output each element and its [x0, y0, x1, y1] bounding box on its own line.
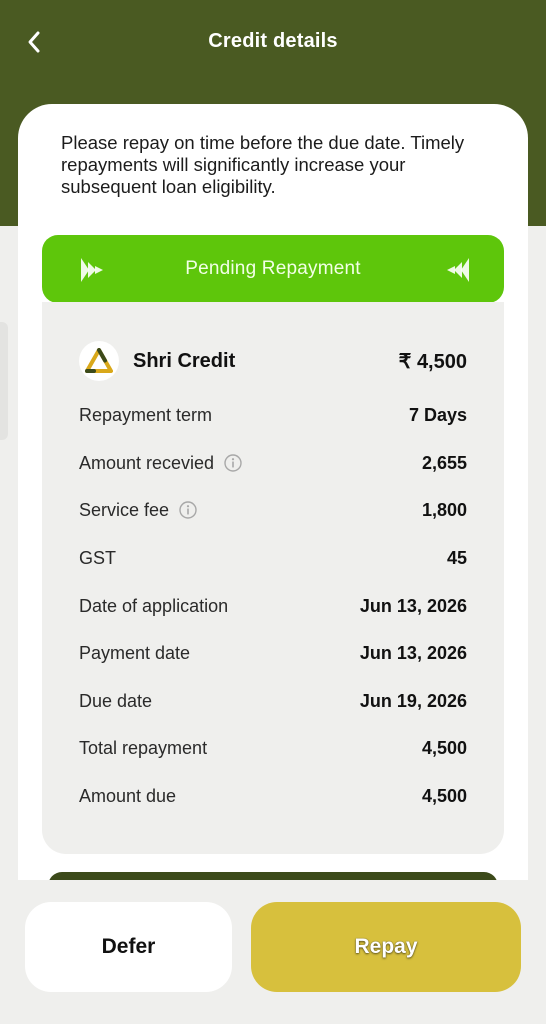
- detail-value: Jun 13, 2026: [359, 595, 467, 616]
- detail-label: GST: [79, 547, 117, 568]
- detail-row-repayment-term: Repayment term 7 Days: [79, 402, 467, 428]
- detail-label: Amount recevied: [79, 452, 215, 473]
- detail-value: 1,800: [421, 499, 467, 520]
- detail-value: 4,500: [421, 737, 467, 758]
- detail-row-amount-received: Amount recevied 2,655: [79, 450, 467, 476]
- detail-row-gst: GST 45: [79, 545, 467, 571]
- detail-row-service-fee: Service fee 1,800: [79, 497, 467, 523]
- detail-label: Repayment term: [79, 404, 213, 425]
- detail-label: Total repayment: [79, 737, 208, 758]
- triangle-logo-icon: [85, 348, 113, 373]
- status-badge: Pending Repayment: [42, 235, 504, 303]
- detail-row-due-date: Due date Jun 19, 2026: [79, 688, 467, 714]
- detail-label: Due date: [79, 690, 153, 711]
- detail-row-date-of-application: Date of application Jun 13, 2026: [79, 593, 467, 619]
- detail-value: Jun 19, 2026: [359, 690, 467, 711]
- info-icon[interactable]: [179, 501, 197, 519]
- lender-logo: [79, 341, 119, 381]
- lender-amount: ₹ 4,500: [398, 350, 467, 373]
- detail-value: 4,500: [421, 785, 467, 806]
- decor-left-icon: [81, 258, 103, 282]
- lender-row: Shri Credit ₹ 4,500: [79, 340, 467, 382]
- info-icon[interactable]: [224, 454, 242, 472]
- detail-row-payment-date: Payment date Jun 13, 2026: [79, 640, 467, 666]
- defer-button[interactable]: Defer: [25, 902, 232, 992]
- page-title: Credit details: [208, 30, 338, 52]
- lender-name: Shri Credit: [133, 349, 236, 372]
- details-panel: Shri Credit ₹ 4,500 Repayment term 7 Day…: [42, 302, 504, 854]
- credit-details-card: Please repay on time before the due date…: [18, 104, 528, 904]
- repayment-notice: Please repay on time before the due date…: [61, 132, 465, 197]
- detail-label: Date of application: [79, 595, 229, 616]
- detail-label: Payment date: [79, 642, 191, 663]
- detail-label: Amount due: [79, 785, 177, 806]
- detail-label: Service fee: [79, 499, 170, 520]
- detail-value: 7 Days: [408, 404, 467, 425]
- detail-row-total-repayment: Total repayment 4,500: [79, 735, 467, 761]
- detail-value: 2,655: [421, 452, 467, 473]
- detail-value: Jun 13, 2026: [359, 642, 467, 663]
- detail-value: 45: [446, 547, 467, 568]
- repay-button[interactable]: Repay: [251, 902, 521, 992]
- decor-right-icon: [447, 258, 469, 282]
- status-label: Pending Repayment: [185, 258, 361, 279]
- detail-row-amount-due: Amount due 4,500: [79, 783, 467, 809]
- background-card-edge: [0, 322, 8, 440]
